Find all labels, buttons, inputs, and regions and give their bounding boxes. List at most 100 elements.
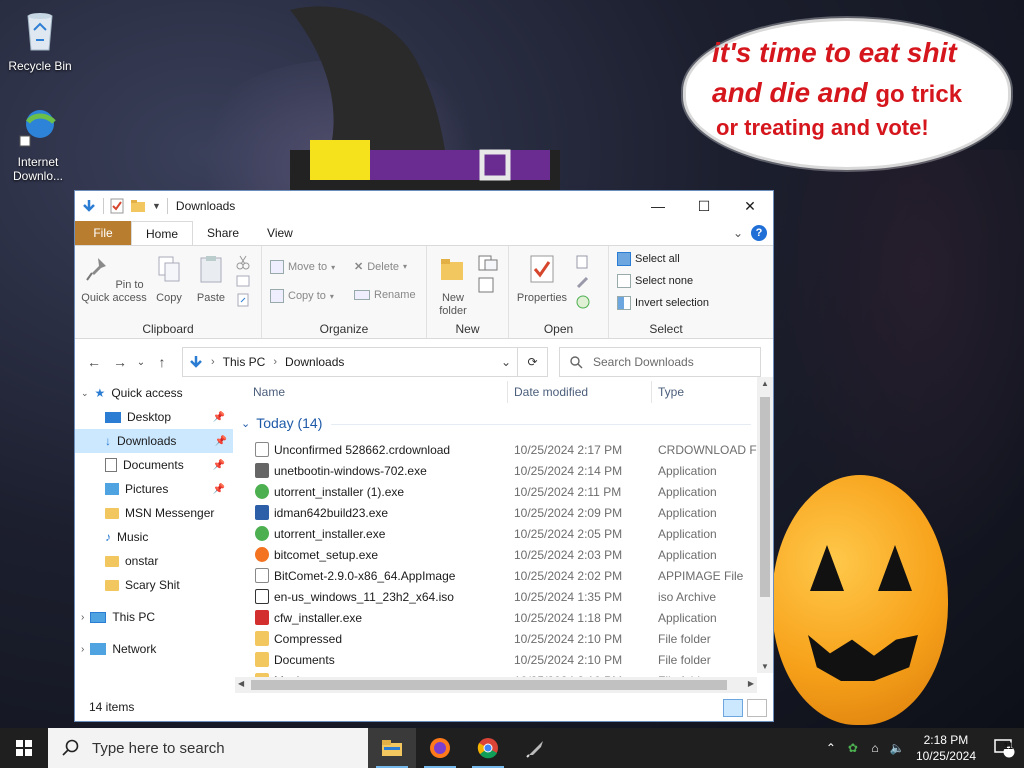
file-row[interactable]: Documents 10/25/2024 2:10 PM File folder: [235, 649, 755, 670]
divider[interactable]: [507, 381, 508, 403]
collapse-ribbon-icon[interactable]: ⌄: [733, 226, 743, 240]
nav-item-desktop[interactable]: Desktop 📌: [105, 405, 231, 429]
delete-button[interactable]: ✕ Delete ▾: [354, 260, 407, 274]
copy-button[interactable]: Copy: [151, 254, 187, 305]
horizontal-scrollbar[interactable]: ◀ ▶: [235, 677, 757, 693]
nav-this-pc[interactable]: › This PC: [81, 605, 155, 629]
new-item-icon[interactable]: [477, 254, 499, 272]
tray-app-icon[interactable]: ✿: [842, 741, 864, 755]
select-none-button[interactable]: Select none: [617, 274, 693, 288]
file-row[interactable]: utorrent_installer.exe 10/25/2024 2:05 PM…: [235, 523, 755, 544]
copy-to-button[interactable]: Copy to ▾: [270, 289, 334, 303]
network-status-icon[interactable]: ⌂: [864, 741, 886, 755]
column-type[interactable]: Type: [658, 385, 684, 399]
nav-item-scary-shit[interactable]: Scary Shit: [105, 573, 180, 597]
pin-icon: 📌: [214, 435, 227, 447]
paste-shortcut-icon[interactable]: [235, 292, 251, 308]
desktop-icon-recycle-bin[interactable]: Recycle Bin: [2, 8, 78, 73]
rename-button[interactable]: Rename: [354, 289, 416, 301]
chevron-down-icon[interactable]: ⌄: [81, 388, 89, 399]
chrome-icon: [477, 738, 498, 759]
paste-button[interactable]: Paste: [193, 254, 229, 305]
minimize-button[interactable]: —: [635, 191, 681, 221]
file-row[interactable]: unetbootin-windows-702.exe 10/25/2024 2:1…: [235, 460, 755, 481]
scroll-down-icon[interactable]: ▼: [761, 662, 769, 671]
scroll-right-icon[interactable]: ▶: [748, 679, 754, 688]
nav-item-pictures[interactable]: Pictures 📌: [105, 477, 231, 501]
file-row[interactable]: BitComet-2.9.0-x86_64.AppImage 10/25/2024…: [235, 565, 755, 586]
new-folder-button[interactable]: New folder: [433, 254, 473, 318]
nav-item-music[interactable]: ♪ Music: [105, 525, 148, 549]
taskbar-firefox[interactable]: [416, 728, 464, 768]
scroll-thumb[interactable]: [251, 680, 727, 690]
help-icon[interactable]: ?: [751, 225, 767, 241]
group-header-today[interactable]: ⌄ Today (14): [241, 415, 322, 431]
tab-view[interactable]: View: [253, 221, 307, 245]
tab-file[interactable]: File: [75, 221, 131, 245]
scroll-left-icon[interactable]: ◀: [238, 679, 244, 688]
volume-icon[interactable]: 🔈: [886, 741, 908, 755]
vertical-scrollbar[interactable]: ▲ ▼: [757, 377, 773, 673]
address-bar[interactable]: › This PC › Downloads ⌄: [182, 347, 518, 377]
recent-locations-button[interactable]: ⌄: [133, 357, 149, 368]
up-button[interactable]: ↑: [149, 354, 175, 370]
new-folder-quick-icon[interactable]: [130, 199, 146, 213]
nav-quick-access[interactable]: ⌄ ★ Quick access: [81, 381, 183, 405]
taskbar-rocket-app[interactable]: [512, 728, 560, 768]
nav-network[interactable]: › Network: [81, 637, 156, 661]
maximize-button[interactable]: ☐: [681, 191, 727, 221]
select-all-button[interactable]: Select all: [617, 252, 680, 266]
address-dropdown-icon[interactable]: ⌄: [501, 355, 511, 369]
nav-item-onstar[interactable]: onstar: [105, 549, 158, 573]
file-row[interactable]: cfw_installer.exe 10/25/2024 1:18 PM Appli…: [235, 607, 755, 628]
easy-access-icon[interactable]: [477, 276, 499, 294]
cut-icon[interactable]: [235, 254, 251, 270]
tab-home[interactable]: Home: [131, 221, 194, 245]
desktop-icon-internet-download-manager[interactable]: Internet Downlo...: [0, 104, 76, 183]
tab-share[interactable]: Share: [193, 221, 253, 245]
nav-item-downloads[interactable]: ↓ Downloads 📌: [75, 429, 233, 453]
taskbar-file-explorer[interactable]: [368, 728, 416, 768]
show-hidden-icons-icon[interactable]: ⌃: [820, 741, 842, 755]
breadcrumb-downloads[interactable]: Downloads: [285, 355, 344, 369]
properties-button[interactable]: Properties: [513, 254, 571, 305]
file-row[interactable]: utorrent_installer (1).exe 10/25/2024 2:1…: [235, 481, 755, 502]
back-button[interactable]: ←: [81, 354, 107, 370]
column-name[interactable]: Name: [253, 385, 285, 399]
open-icon[interactable]: [575, 254, 591, 270]
nav-item-msn-messenger[interactable]: MSN Messenger: [105, 501, 214, 525]
properties-quick-icon[interactable]: [110, 198, 124, 214]
chevron-right-icon[interactable]: ›: [81, 612, 84, 623]
file-row[interactable]: Compressed 10/25/2024 2:10 PM File folder: [235, 628, 755, 649]
history-icon[interactable]: [575, 294, 591, 310]
taskbar-chrome[interactable]: [464, 728, 512, 768]
divider[interactable]: [651, 381, 652, 403]
move-to-button[interactable]: Move to ▾: [270, 260, 335, 274]
customize-toolbar-icon[interactable]: ▼: [152, 201, 161, 211]
pin-to-quick-access-button[interactable]: Pin to Quick access: [81, 254, 147, 305]
copy-path-icon[interactable]: [235, 274, 251, 288]
file-name: Unconfirmed 528662.crdownload: [274, 443, 451, 457]
forward-button[interactable]: →: [107, 354, 133, 370]
details-view-button[interactable]: [723, 699, 743, 717]
file-row[interactable]: Unconfirmed 528662.crdownload 10/25/2024 …: [235, 439, 769, 460]
start-button[interactable]: [0, 728, 48, 768]
scroll-thumb[interactable]: [760, 397, 770, 597]
edit-icon[interactable]: [575, 274, 591, 290]
chevron-right-icon[interactable]: ›: [81, 644, 84, 655]
invert-selection-button[interactable]: Invert selection: [617, 296, 709, 310]
file-row[interactable]: bitcomet_setup.exe 10/25/2024 2:03 PM Appl…: [235, 544, 755, 565]
clock[interactable]: 2:18 PM 10/25/2024: [908, 732, 984, 764]
file-row[interactable]: en-us_windows_11_23h2_x64.iso 10/25/2024 …: [235, 586, 755, 607]
scroll-up-icon[interactable]: ▲: [761, 379, 769, 388]
large-icons-view-button[interactable]: [747, 699, 767, 717]
notifications-button[interactable]: 11: [984, 738, 1024, 758]
refresh-button[interactable]: ⟳: [518, 347, 548, 377]
taskbar-search[interactable]: Type here to search: [48, 728, 368, 768]
file-row[interactable]: idman642build23.exe 10/25/2024 2:09 PM App…: [235, 502, 755, 523]
breadcrumb-this-pc[interactable]: This PC: [223, 355, 266, 369]
column-date-modified[interactable]: Date modified: [514, 385, 588, 399]
nav-item-documents[interactable]: Documents 📌: [105, 453, 231, 477]
search-box[interactable]: Search Downloads: [559, 347, 761, 377]
close-button[interactable]: ✕: [727, 191, 773, 221]
